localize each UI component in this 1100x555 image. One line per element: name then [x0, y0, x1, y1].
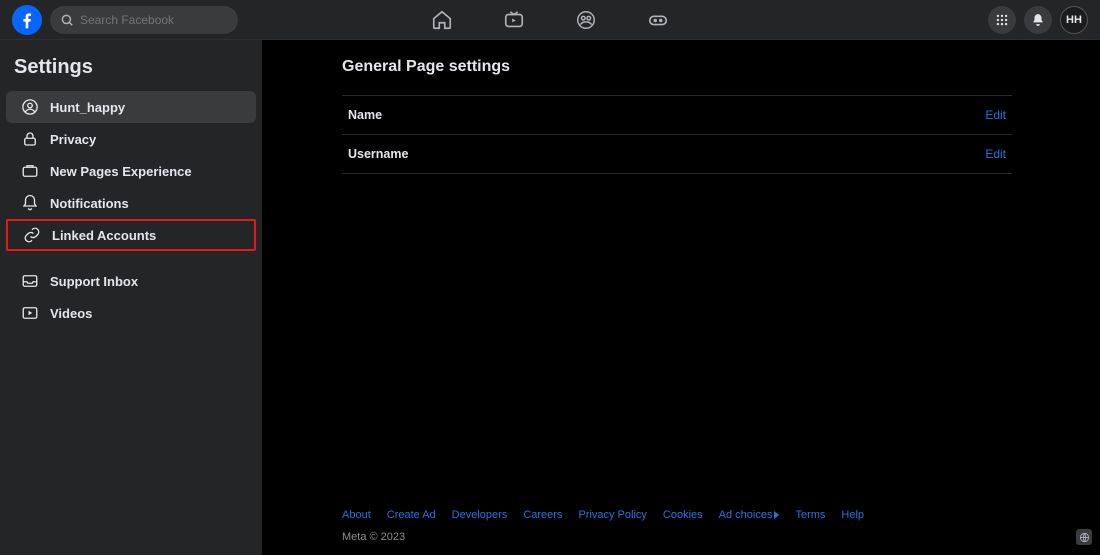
sidebar-item-label: Support Inbox [50, 274, 138, 289]
inbox-icon [20, 271, 40, 291]
sidebar-item-privacy[interactable]: Privacy [6, 123, 256, 155]
footer-link-create-ad[interactable]: Create Ad [387, 509, 436, 521]
sidebar-item-videos[interactable]: Videos [6, 297, 256, 329]
edit-link[interactable]: Edit [985, 147, 1006, 161]
footer-link-developers[interactable]: Developers [452, 509, 508, 521]
sidebar-item-label: Privacy [50, 132, 96, 147]
settings-rows: Name Edit Username Edit [342, 95, 1012, 174]
setting-row-username: Username Edit [342, 134, 1012, 174]
home-icon[interactable] [431, 9, 453, 31]
sidebar-item-label: Notifications [50, 196, 129, 211]
sidebar-item-pages-experience[interactable]: New Pages Experience [6, 155, 256, 187]
footer-link-careers[interactable]: Careers [523, 509, 562, 521]
sidebar-item-profile[interactable]: Hunt_happy [6, 91, 256, 123]
footer-link-privacy[interactable]: Privacy Policy [578, 509, 646, 521]
menu-grid-icon[interactable] [988, 6, 1016, 34]
sidebar-item-linked-accounts[interactable]: Linked Accounts [6, 219, 256, 251]
search-input[interactable] [80, 13, 228, 27]
top-right-controls: HH [988, 6, 1088, 34]
sidebar-item-support-inbox[interactable]: Support Inbox [6, 265, 256, 297]
video-icon [20, 303, 40, 323]
user-icon [20, 97, 40, 117]
page-title: General Page settings [342, 58, 1060, 76]
edit-link[interactable]: Edit [985, 108, 1006, 122]
row-label: Username [348, 147, 408, 161]
triangle-icon [774, 511, 779, 519]
groups-icon[interactable] [575, 9, 597, 31]
footer-link-about[interactable]: About [342, 509, 371, 521]
facebook-logo[interactable] [12, 5, 42, 35]
row-label: Name [348, 108, 382, 122]
watch-icon[interactable] [503, 9, 525, 31]
top-navbar: HH [0, 0, 1100, 40]
sidebar-heading: Settings [0, 52, 262, 91]
globe-icon[interactable] [1076, 529, 1092, 545]
page-footer: About Create Ad Developers Careers Priva… [342, 509, 1060, 543]
footer-copyright: Meta © 2023 [342, 531, 1060, 543]
bell-icon [20, 193, 40, 213]
lock-icon [20, 129, 40, 149]
footer-link-terms[interactable]: Terms [795, 509, 825, 521]
footer-link-ad-choices[interactable]: Ad choices [719, 509, 780, 521]
search-box[interactable] [50, 6, 238, 34]
top-center-nav [431, 0, 669, 39]
sidebar-item-label: New Pages Experience [50, 164, 192, 179]
sidebar-item-label: Hunt_happy [50, 100, 125, 115]
settings-sidebar: Settings Hunt_happy Privacy New Pages Ex… [0, 40, 262, 555]
footer-link-cookies[interactable]: Cookies [663, 509, 703, 521]
profile-avatar[interactable]: HH [1060, 6, 1088, 34]
notifications-bell-icon[interactable] [1024, 6, 1052, 34]
experience-icon [20, 161, 40, 181]
sidebar-item-notifications[interactable]: Notifications [6, 187, 256, 219]
gaming-icon[interactable] [647, 9, 669, 31]
sidebar-item-label: Linked Accounts [52, 228, 156, 243]
search-icon [60, 13, 74, 27]
setting-row-name: Name Edit [342, 95, 1012, 135]
footer-links: About Create Ad Developers Careers Priva… [342, 509, 1060, 521]
link-icon [22, 225, 42, 245]
sidebar-item-label: Videos [50, 306, 92, 321]
main-content: General Page settings Name Edit Username… [262, 40, 1100, 555]
footer-link-help[interactable]: Help [841, 509, 864, 521]
